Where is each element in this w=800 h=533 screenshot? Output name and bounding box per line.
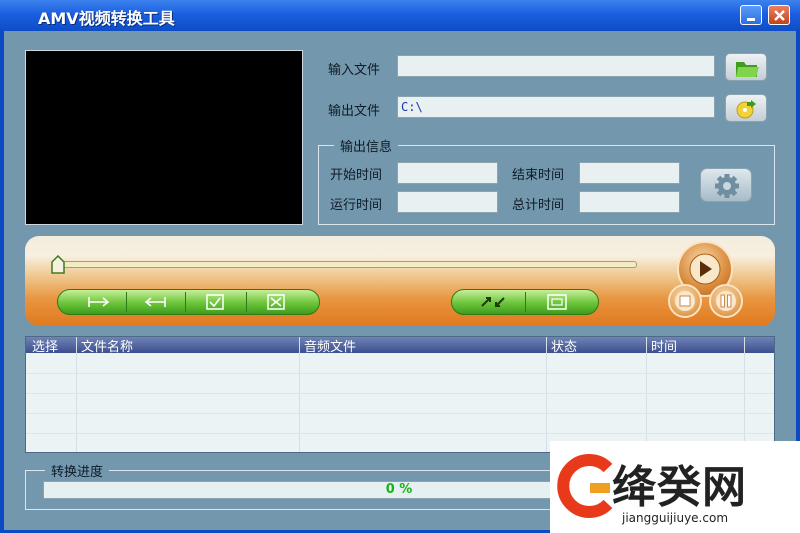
title-bar[interactable]: AMV视频转换工具 (0, 0, 800, 31)
window-title: AMV视频转换工具 (38, 9, 175, 28)
convert-button[interactable] (462, 290, 524, 314)
uncheck-all-icon (267, 294, 285, 310)
file-list[interactable]: 选择 文件名称 音频文件 状态 时间 (25, 336, 775, 453)
settings-button[interactable] (700, 168, 752, 202)
browse-input-button[interactable] (725, 53, 767, 81)
pause-button[interactable] (709, 284, 743, 318)
convert-button-strip (451, 289, 599, 315)
stop-button[interactable] (668, 284, 702, 318)
watermark-brand: 绛癸网 (612, 462, 747, 513)
mark-in-icon (88, 297, 110, 307)
output-file-label: 输出文件 (328, 104, 381, 119)
end-time-label: 结束时间 (512, 168, 565, 183)
output-info-title: 输出信息 (334, 136, 399, 155)
total-time-field (579, 191, 680, 213)
convert-icon (481, 297, 505, 307)
brand-logo-icon (557, 454, 613, 518)
watermark-url: jiangguijiuye.com (622, 511, 729, 525)
fullscreen-icon (547, 294, 567, 310)
check-all-button[interactable] (186, 290, 246, 314)
minimize-button[interactable] (740, 5, 762, 25)
run-time-label: 运行时间 (330, 198, 383, 213)
row-divider (26, 433, 774, 434)
column-divider (76, 337, 77, 452)
gear-icon (715, 174, 739, 198)
column-header-time[interactable]: 时间 (651, 337, 677, 355)
column-divider (744, 337, 745, 452)
window-border-left (0, 31, 4, 533)
seek-thumb[interactable] (51, 255, 65, 275)
fullscreen-button[interactable] (526, 290, 588, 314)
end-time-field (579, 162, 680, 184)
column-divider (299, 337, 300, 452)
close-button[interactable] (768, 5, 790, 25)
progress-title: 转换进度 (45, 461, 110, 480)
mark-out-button[interactable] (127, 290, 185, 314)
stop-icon (675, 291, 695, 311)
edit-button-strip (57, 289, 320, 315)
video-preview (25, 50, 303, 225)
close-icon (774, 10, 785, 21)
column-header-filename[interactable]: 文件名称 (81, 337, 133, 355)
minimize-icon (747, 18, 755, 21)
seek-bar[interactable] (55, 261, 637, 268)
input-file-label: 输入文件 (328, 63, 381, 78)
row-divider (26, 373, 774, 374)
column-header-status[interactable]: 状态 (551, 337, 577, 355)
browse-output-button[interactable] (725, 94, 767, 122)
column-divider (646, 337, 647, 452)
output-folder-icon (736, 100, 756, 119)
start-time-label: 开始时间 (330, 168, 383, 183)
column-header-select[interactable]: 选择 (32, 337, 58, 355)
run-time-field (397, 191, 498, 213)
mark-in-button[interactable] (72, 290, 126, 314)
mark-out-icon (144, 297, 166, 307)
total-time-label: 总计时间 (512, 198, 565, 213)
open-folder-icon (736, 62, 759, 77)
column-header-audio-file[interactable]: 音频文件 (304, 337, 356, 355)
start-time-field (397, 162, 498, 184)
input-file-field[interactable] (397, 55, 715, 77)
output-file-field[interactable]: C:\ (397, 96, 715, 118)
file-list-header: 选择 文件名称 音频文件 状态 时间 (26, 337, 774, 355)
check-all-icon (206, 294, 224, 310)
uncheck-all-button[interactable] (247, 290, 307, 314)
app-window: AMV视频转换工具 输入文件 输出文件 C:\ 输出信息 开始时间 结束时间 运… (0, 0, 800, 533)
pause-icon (716, 291, 736, 311)
row-divider (26, 413, 774, 414)
row-divider (26, 393, 774, 394)
column-divider (546, 337, 547, 452)
